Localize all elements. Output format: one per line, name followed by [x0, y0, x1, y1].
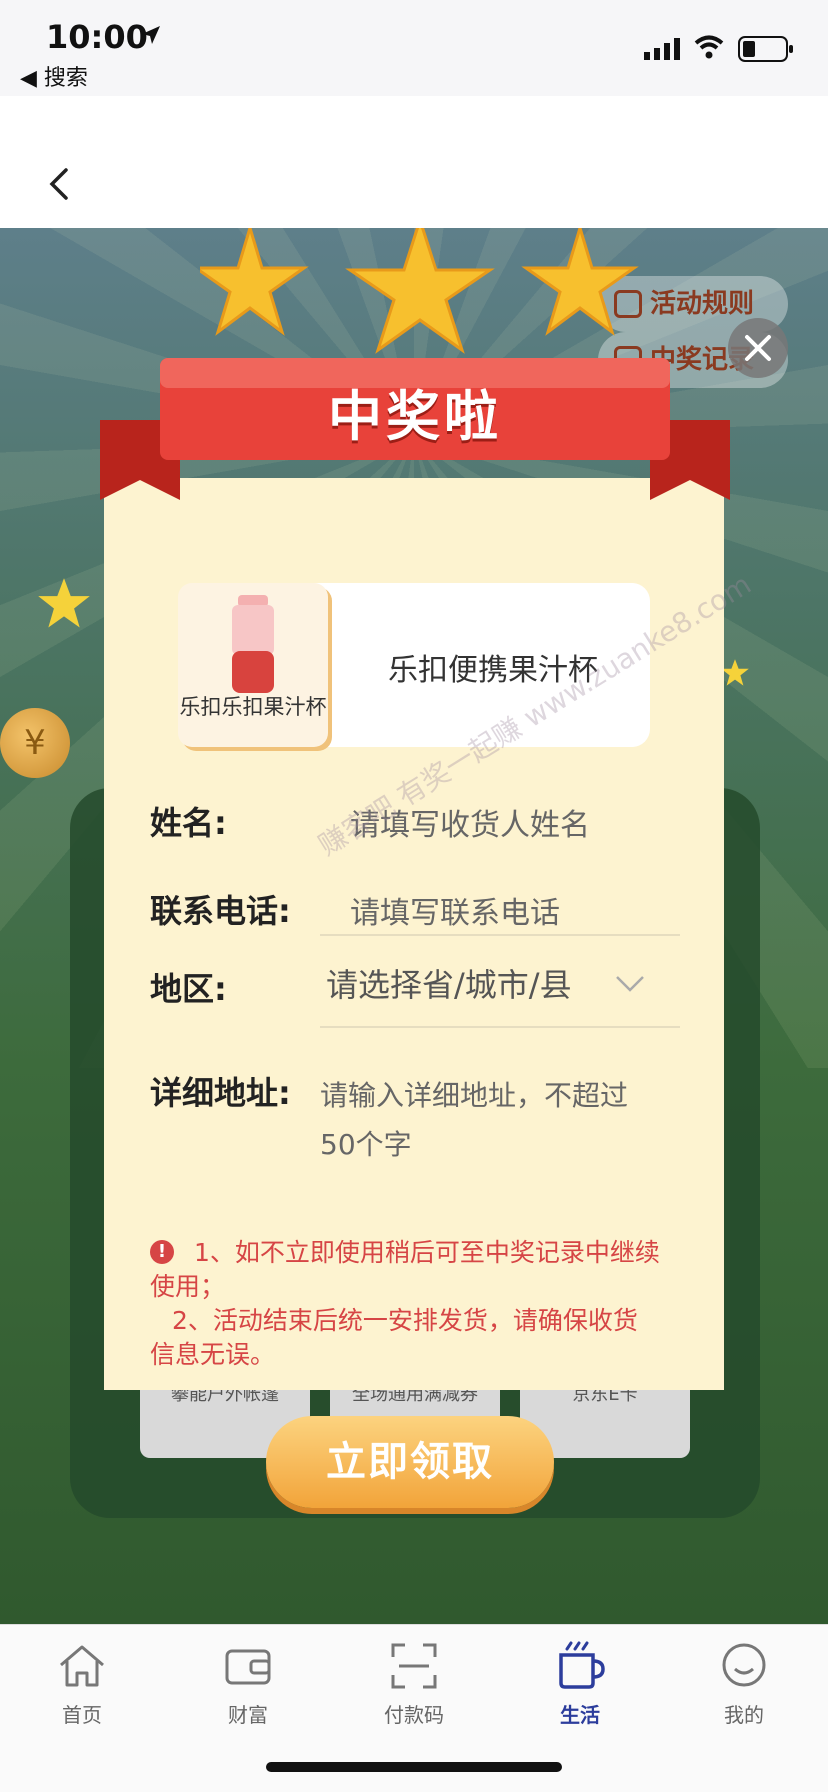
location-arrow-icon — [142, 26, 160, 44]
celebration-stars — [200, 228, 639, 354]
clock: 10:00 — [46, 18, 148, 56]
notice-line-1b: 使用； — [150, 1272, 226, 1301]
phone-input[interactable]: 请填写联系电话 — [350, 888, 560, 932]
notice-line-1: 1、如不立即使用稍后可至中奖记录中继续 — [194, 1238, 660, 1267]
juice-cup-icon — [232, 595, 274, 693]
claim-button[interactable]: 立即领取 — [266, 1416, 554, 1508]
tab-home[interactable]: 首页 — [22, 1639, 142, 1728]
address-placeholder-line1: 请输入详细地址，不超过 — [320, 1079, 629, 1112]
back-to-app-link[interactable]: ◀ 搜索 — [20, 60, 88, 92]
coin-icon: ¥ — [0, 708, 70, 778]
region-label: 地区: — [150, 970, 227, 1008]
prize-thumbnail: 乐扣乐扣果汁杯 — [178, 583, 328, 747]
star-icon — [38, 578, 90, 628]
close-button[interactable] — [728, 318, 788, 378]
star-icon — [721, 659, 749, 686]
close-icon — [745, 335, 771, 361]
address-placeholder-line2: 50个字 — [320, 1128, 412, 1161]
notice-line-2: 2、活动结束后统一安排发货，请确保收货 — [172, 1306, 638, 1335]
dialog-title: 中奖啦 — [328, 385, 502, 448]
region-select-value: 请选择省/城市/县 — [326, 966, 572, 1004]
notice-line-2b: 信息无误。 — [150, 1340, 276, 1369]
prize-thumbnail-label: 乐扣乐扣果汁杯 — [179, 695, 327, 719]
status-bar: 10:00 ◀ 搜索 — [0, 0, 828, 96]
divider — [320, 1026, 680, 1028]
back-chevron-icon[interactable] — [44, 166, 74, 202]
navigation-bar — [0, 96, 828, 228]
address-textarea[interactable]: 请输入详细地址，不超过 50个字 — [320, 1068, 680, 1168]
signal-icon — [644, 38, 680, 60]
name-label: 姓名: — [150, 804, 227, 842]
wallet-icon — [225, 1649, 271, 1685]
home-indicator — [266, 1762, 562, 1772]
wifi-icon — [694, 35, 724, 59]
profile-icon — [722, 1643, 766, 1687]
cup-icon — [559, 1641, 605, 1689]
phone-label: 联系电话: — [150, 892, 291, 930]
scan-icon — [391, 1643, 437, 1689]
chevron-down-icon — [616, 976, 644, 992]
tab-payment-code[interactable]: 付款码 — [354, 1639, 474, 1728]
divider — [320, 934, 680, 936]
battery-icon — [738, 36, 793, 62]
tab-mine[interactable]: 我的 — [684, 1639, 804, 1728]
region-select[interactable]: 请选择省/城市/县 — [322, 960, 682, 1010]
address-label: 详细地址: — [150, 1074, 291, 1112]
home-icon — [60, 1645, 104, 1687]
tab-life[interactable]: 生活 — [520, 1639, 640, 1728]
tab-wealth[interactable]: 财富 — [188, 1639, 308, 1728]
